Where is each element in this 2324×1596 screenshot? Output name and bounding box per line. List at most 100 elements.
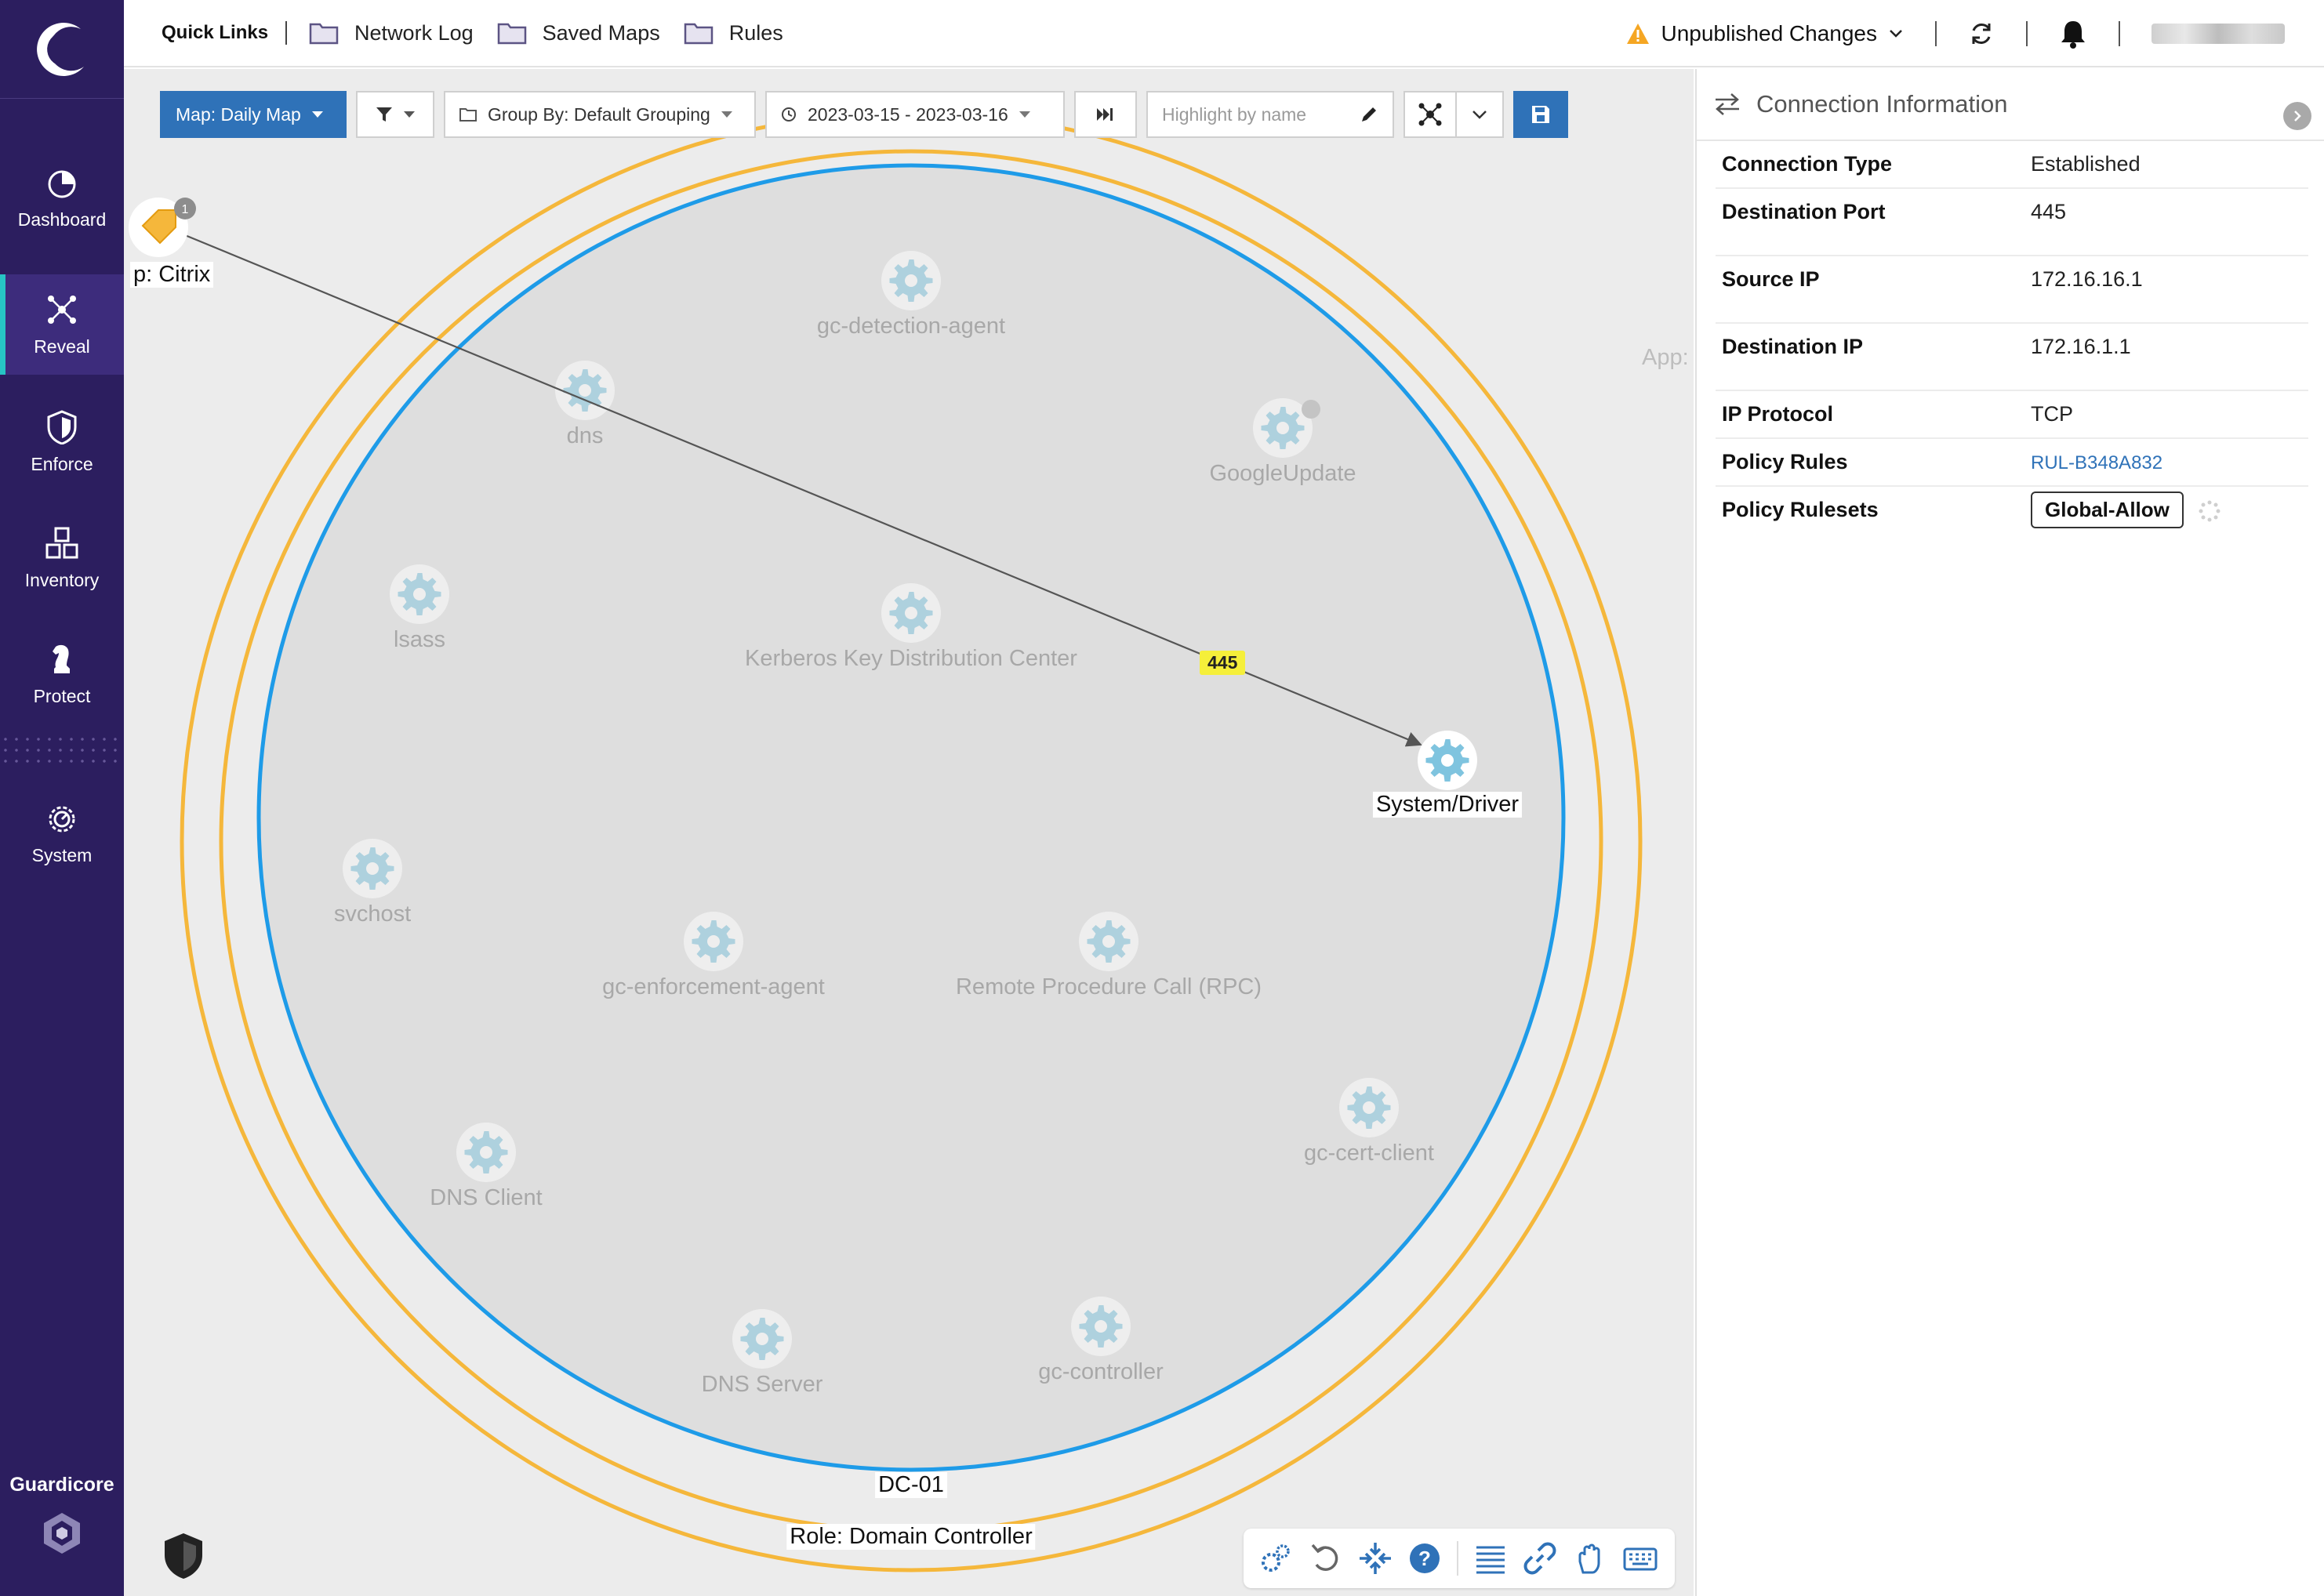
reveal-map-canvas[interactable]: 1 gc-detection-agent dns GoogleUpdate ls… xyxy=(124,69,1694,1596)
refresh-icon[interactable] xyxy=(1968,20,1995,47)
info-key: Policy Rulesets xyxy=(1722,498,1879,521)
chess-knight-icon xyxy=(53,644,70,673)
ruleset-pill[interactable]: Global-Allow xyxy=(2031,491,2184,528)
collapse-panel-button[interactable] xyxy=(2283,102,2311,130)
node-label[interactable]: Remote Procedure Call (RPC) xyxy=(956,974,1262,1000)
folder-icon xyxy=(497,23,526,45)
quick-links-title: Quick Links xyxy=(162,22,269,43)
sidebar-item-inventory[interactable]: Inventory xyxy=(0,508,124,608)
skip-forward-button[interactable] xyxy=(1074,91,1137,138)
sidebar-item-label: Reveal xyxy=(34,336,90,357)
sidebar-item-enforce[interactable]: Enforce xyxy=(0,392,124,492)
target-node-icon xyxy=(1418,731,1477,790)
info-key: Destination IP xyxy=(1716,323,2024,391)
bell-icon[interactable] xyxy=(2059,19,2087,49)
divider xyxy=(2119,21,2120,46)
caret-down-icon xyxy=(1019,111,1030,118)
crescent-logo-icon xyxy=(37,22,84,76)
port-badge[interactable]: 445 xyxy=(1200,651,1246,675)
node-label[interactable]: GoogleUpdate xyxy=(1209,461,1356,487)
filter-button[interactable] xyxy=(356,91,434,138)
cubes-icon xyxy=(45,527,78,558)
map-select-dropdown[interactable]: Map: Daily Map xyxy=(160,91,347,138)
pencil-icon[interactable] xyxy=(1360,105,1378,124)
info-row: Connection Type Established xyxy=(1716,141,2308,189)
caret-down-icon xyxy=(721,111,732,118)
quick-link-rules[interactable]: Rules xyxy=(684,21,783,45)
map-toolbar: Map: Daily Map Group By: Default Groupin… xyxy=(160,91,1568,138)
node-label[interactable]: gc-cert-client xyxy=(1304,1141,1434,1166)
node-label[interactable]: svchost xyxy=(334,901,411,927)
shield-icon xyxy=(47,409,77,444)
chevron-down-icon xyxy=(1472,111,1487,119)
nav-divider xyxy=(0,734,124,765)
sidebar-item-dashboard[interactable]: Dashboard xyxy=(0,149,124,249)
user-menu[interactable] xyxy=(2152,24,2285,44)
node-svchost-icon xyxy=(343,839,402,898)
undo-icon[interactable] xyxy=(1309,1541,1343,1576)
sidebar-item-protect[interactable]: Protect xyxy=(0,624,124,724)
help-icon[interactable]: ? xyxy=(1407,1541,1442,1576)
node-label[interactable]: DNS Client xyxy=(430,1185,542,1211)
target-node-label[interactable]: System/Driver xyxy=(1372,792,1523,818)
keyboard-icon[interactable] xyxy=(1621,1541,1659,1576)
highlight-search-input[interactable]: Highlight by name xyxy=(1146,91,1394,138)
floppy-disk-icon xyxy=(1532,106,1549,123)
sidebar-item-reveal[interactable]: Reveal xyxy=(0,274,124,375)
info-key: Destination Port xyxy=(1716,188,2024,256)
shield-toggle-icon[interactable] xyxy=(162,1532,205,1580)
layout-button[interactable] xyxy=(1405,92,1457,136)
folder-icon xyxy=(459,108,477,122)
divider xyxy=(1456,1541,1458,1576)
chevron-down-icon xyxy=(1890,30,1902,38)
folder-icon xyxy=(684,23,713,45)
gear-icon xyxy=(49,806,75,832)
info-value: 445 xyxy=(2024,188,2308,256)
info-value: Established xyxy=(2024,141,2308,189)
sidebar: Dashboard Reveal Enforce Inventory Prote… xyxy=(0,0,124,1596)
sidebar-item-system[interactable]: System xyxy=(0,784,124,884)
link-icon[interactable] xyxy=(1523,1541,1557,1576)
date-range-picker[interactable]: 2023-03-15 - 2023-03-16 xyxy=(765,91,1065,138)
node-label[interactable]: DNS Server xyxy=(702,1372,823,1398)
source-badge: 1 xyxy=(182,203,189,216)
source-node-label[interactable]: p: Citrix xyxy=(130,262,214,288)
node-gc-detection-agent-icon xyxy=(881,251,941,310)
layout-dropdown[interactable] xyxy=(1457,92,1502,136)
info-row: Policy Rulesets Global-Allow xyxy=(1716,486,2308,539)
swap-arrows-icon xyxy=(1716,93,1739,115)
node-label[interactable]: dns xyxy=(567,423,604,449)
list-view-icon[interactable] xyxy=(1473,1541,1508,1576)
node-label[interactable]: gc-enforcement-agent xyxy=(602,974,825,1000)
sidebar-item-label: Inventory xyxy=(24,569,100,590)
group-by-dropdown[interactable]: Group By: Default Grouping xyxy=(444,91,756,138)
node-label[interactable]: lsass xyxy=(394,627,445,653)
policy-rule-link[interactable]: RUL-B348A832 xyxy=(2031,452,2162,473)
app-logo[interactable] xyxy=(0,0,124,99)
network-icon xyxy=(48,295,76,324)
info-row: Policy Rules RUL-B348A832 xyxy=(1716,438,2308,487)
quick-link-network-log[interactable]: Network Log xyxy=(309,21,474,45)
hand-pan-icon[interactable] xyxy=(1572,1541,1607,1576)
googleupdate-status-dot xyxy=(1302,400,1320,419)
layout-menu[interactable] xyxy=(1403,91,1504,138)
brand-name: Guardicore xyxy=(9,1474,114,1496)
node-dns-icon xyxy=(555,361,615,420)
chevron-right-icon xyxy=(2294,111,2301,122)
quick-link-saved-maps[interactable]: Saved Maps xyxy=(497,21,660,45)
save-map-button[interactable] xyxy=(1513,91,1568,138)
info-row: Destination Port 445 xyxy=(1716,188,2308,256)
unpublished-changes-label: Unpublished Changes xyxy=(1661,21,1877,45)
quick-link-label: Saved Maps xyxy=(542,20,660,45)
quick-link-label: Rules xyxy=(728,20,783,45)
gears-settings-icon[interactable] xyxy=(1259,1541,1294,1576)
node-label[interactable]: Kerberos Key Distribution Center xyxy=(745,646,1077,672)
fit-to-screen-icon[interactable] xyxy=(1358,1541,1393,1576)
offscreen-app-label: App: xyxy=(1642,345,1689,370)
filter-icon xyxy=(376,107,392,122)
cluster-label[interactable]: DC-01 xyxy=(875,1472,947,1498)
unpublished-changes-dropdown[interactable]: Unpublished Changes xyxy=(1626,21,1904,46)
node-label[interactable]: gc-detection-agent xyxy=(817,314,1005,339)
node-kerberos-icon xyxy=(881,583,941,643)
node-label[interactable]: gc-controller xyxy=(1038,1359,1164,1385)
